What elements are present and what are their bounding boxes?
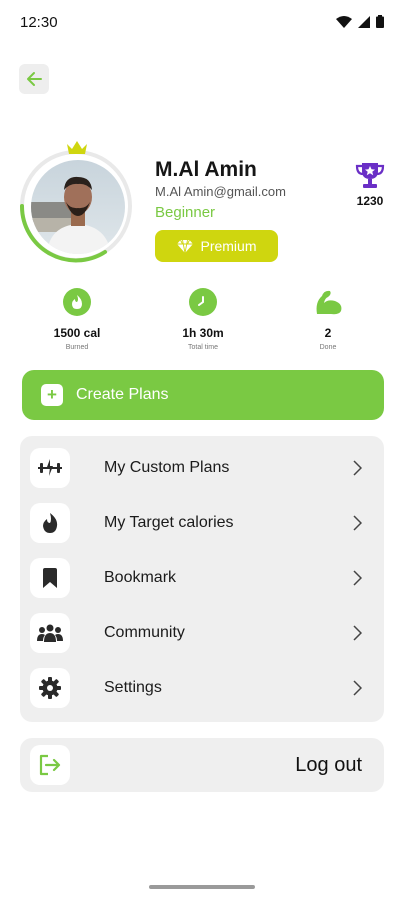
stat-done: 2 Done [278,288,378,351]
create-plans-button[interactable]: + Create Plans [22,370,384,420]
arrow-left-icon [27,72,42,86]
menu-item-label: Bookmark [104,569,177,586]
home-indicator[interactable] [149,885,255,889]
battery-icon [376,15,384,28]
chevron-right-icon [353,570,362,586]
chevron-right-icon [353,515,362,531]
menu-item-custom-plans[interactable]: My Custom Plans [20,446,384,490]
logout-label: Log out [295,753,362,776]
chevron-right-icon [353,460,362,476]
dumbbell-icon [30,448,70,488]
bookmark-icon [30,558,70,598]
wifi-icon [336,15,352,28]
profile-name: M.Al Amin [155,158,257,181]
clock-icon [189,288,217,316]
menu-item-label: Community [104,624,185,641]
stat-value: 1500 cal [53,326,101,340]
stat-value: 2 [324,326,332,340]
community-icon [30,613,70,653]
flame-icon [63,288,91,316]
avatar [31,160,125,254]
menu-item-label: My Target calories [104,514,234,531]
chevron-right-icon [353,680,362,696]
menu-item-label: Settings [104,679,162,696]
status-icons [336,15,384,28]
points-value: 1230 [356,194,384,208]
crown-icon [67,141,87,154]
logout-button[interactable]: Log out [20,738,384,792]
muscle-icon [314,288,342,316]
stat-value: 1h 30m [182,326,224,340]
stat-label: Total time [188,344,218,351]
diamond-icon [177,239,194,253]
premium-label: Premium [200,238,257,254]
stat-burned: 1500 cal Burned [27,288,127,351]
profile-level: Beginner [155,204,216,221]
flame-icon [30,503,70,543]
stat-total-time: 1h 30m Total time [153,288,253,351]
back-button[interactable] [19,64,49,94]
plus-icon: + [41,384,63,406]
create-plans-label: Create Plans [76,386,169,403]
premium-badge[interactable]: Premium [155,230,278,262]
signal-icon [358,15,370,28]
stat-label: Done [319,344,337,351]
menu-item-community[interactable]: Community [20,611,384,655]
stat-label: Burned [65,344,89,351]
logout-icon [30,745,70,785]
menu-item-label: My Custom Plans [104,459,230,476]
chevron-right-icon [353,625,362,641]
trophy-icon [355,163,385,188]
menu-item-target-calories[interactable]: My Target calories [20,501,384,545]
status-time: 12:30 [20,14,58,31]
gear-icon [30,668,70,708]
menu-item-bookmark[interactable]: Bookmark [20,556,384,600]
menu-item-settings[interactable]: Settings [20,666,384,710]
menu-list: My Custom Plans My Target calories Bookm… [20,436,384,722]
profile-email: M.Al Amin@gmail.com [155,184,286,199]
